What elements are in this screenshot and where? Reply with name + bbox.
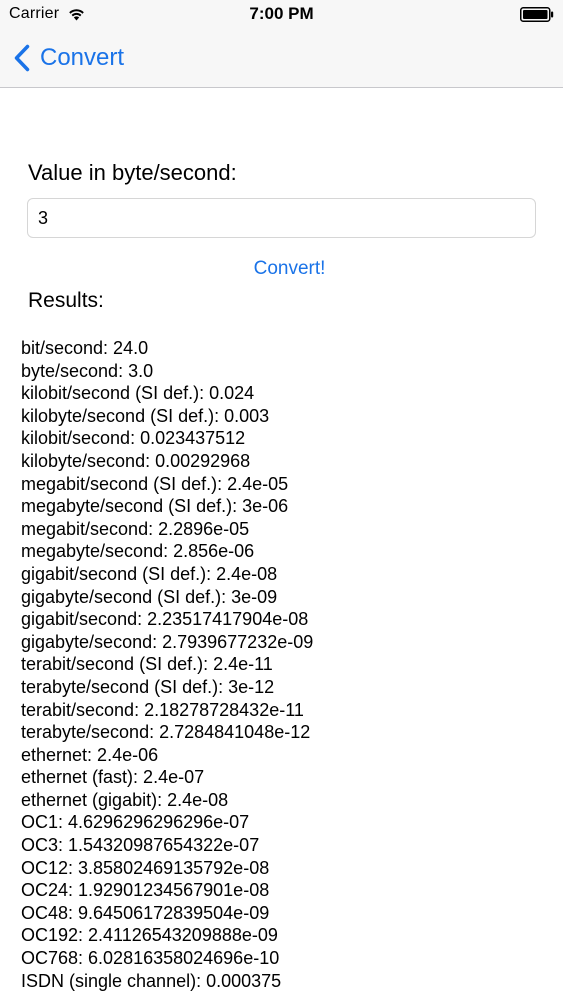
result-item: kilobit/second (SI def.): 0.024 (21, 383, 255, 404)
result-item: ISDN (single channel): 0.000375 (21, 970, 282, 991)
result-item: gigabit/second: 2.23517417904e-08 (21, 609, 309, 630)
result-item: ethernet: 2.4e-06 (21, 744, 159, 765)
result-item: kilobit/second: 0.023437512 (21, 428, 246, 449)
result-item: bit/second: 24.0 (21, 338, 149, 358)
result-item: megabit/second: 2.2896e-05 (21, 518, 250, 539)
back-button-label: Convert (40, 44, 125, 71)
result-item: gigabyte/second (SI def.): 3e-09 (21, 586, 278, 607)
result-item: terabit/second (SI def.): 2.4e-11 (21, 654, 273, 675)
chevron-left-icon (14, 44, 30, 72)
result-item: OC192: 2.41126543209888e-09 (21, 925, 278, 946)
result-item: ethernet (gigabit): 2.4e-08 (21, 789, 229, 810)
result-item: kilobyte/second: 0.00292968 (21, 450, 251, 471)
result-item: gigabit/second (SI def.): 2.4e-08 (21, 563, 278, 584)
result-item: ethernet (fast): 2.4e-07 (21, 767, 205, 788)
result-item: gigabyte/second: 2.7939677232e-09 (21, 631, 314, 652)
battery-full-icon (520, 7, 554, 22)
result-item: OC768: 6.02816358024696e-10 (21, 948, 280, 969)
result-item: terabit/second: 2.18278728432e-11 (21, 699, 304, 720)
result-item: OC48: 9.64506172839504e-09 (21, 902, 270, 923)
results-heading: Results: (28, 289, 104, 312)
result-item: terabyte/second (SI def.): 3e-12 (21, 676, 275, 697)
results-list: bit/second: 24.0 byte/second: 3.0 kilobit/… (21, 337, 313, 992)
result-item: megabyte/second: 2.856e-06 (21, 541, 255, 562)
result-item: OC1: 4.6296296296296e-07 (21, 812, 250, 833)
navigation-bar: Convert (0, 30, 563, 88)
result-item: OC3: 1.54320987654322e-07 (21, 835, 260, 856)
result-item: kilobyte/second (SI def.): 0.003 (21, 405, 270, 426)
back-button[interactable]: Convert (14, 40, 124, 76)
value-input[interactable] (27, 198, 536, 238)
status-bar: Carrier 7:00 PM (0, 0, 563, 30)
result-item: terabyte/second: 2.7284841048e-12 (21, 722, 311, 743)
result-item: OC24: 1.92901234567901e-08 (21, 880, 270, 901)
convert-button[interactable]: Convert! (0, 258, 563, 280)
value-field-label: Value in byte/second: (28, 160, 237, 185)
result-item: byte/second: 3.0 (21, 360, 154, 381)
result-item: OC12: 3.85802469135792e-08 (21, 857, 270, 878)
result-item: megabyte/second (SI def.): 3e-06 (21, 496, 289, 517)
result-item: megabit/second (SI def.): 2.4e-05 (21, 473, 289, 494)
status-time: 7:00 PM (249, 4, 314, 23)
